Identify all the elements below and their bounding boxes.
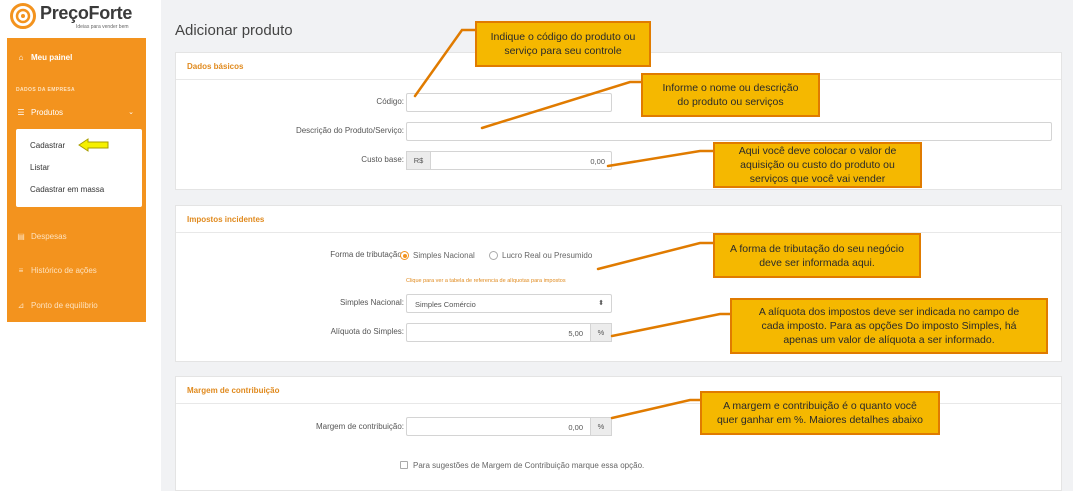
callout-description: Informe o nome ou descrição do produto o…	[641, 73, 820, 117]
chevron-down-icon: ⌄	[128, 109, 134, 116]
margin-label: Margem de contribuição:	[315, 422, 404, 431]
products-submenu: Cadastrar Listar Cadastrar em massa	[16, 129, 142, 207]
sidebar-item-products[interactable]: ☰ Produtos ⌄	[7, 101, 146, 123]
brand-logo[interactable]: PreçoForte Ideias para vender bem	[8, 0, 148, 34]
list-icon: ☰	[17, 107, 25, 117]
margin-value: 0,00	[568, 423, 583, 432]
sidebar-item-label: Produtos	[31, 107, 64, 117]
sidebar-item-label: Histórico de ações	[31, 265, 97, 275]
submenu-item-cadastrar[interactable]: Cadastrar	[30, 141, 65, 150]
sidebar-item-despesas[interactable]: ▤ Despesas	[7, 225, 146, 247]
radio-simples-nacional[interactable]	[400, 251, 409, 260]
brand-tagline: Ideias para vender bem	[76, 24, 129, 30]
sidebar-section-label: DADOS DA EMPRESA	[16, 87, 75, 93]
brand-name: PreçoForte	[40, 3, 133, 23]
panel-basic-data: Dados básicos Código: Descrição do Produ…	[175, 52, 1062, 190]
sidebar-item-dashboard[interactable]: ⌂ Meu painel	[7, 46, 146, 68]
percent-suffix: %	[590, 417, 612, 436]
panel-heading: Impostos incidentes	[176, 206, 1061, 233]
callout-tax-rate: A alíquota dos impostos deve ser indicad…	[730, 298, 1048, 354]
simples-selected-value: Simples Comércio	[415, 300, 476, 309]
logo-target-icon	[10, 3, 36, 29]
simples-label: Simples Nacional:	[339, 298, 404, 307]
tax-regime-label: Forma de tributação:	[330, 250, 404, 259]
tax-table-link[interactable]: Clique para ver a tabela de referencia d…	[406, 278, 566, 284]
history-icon: ≡	[18, 265, 24, 275]
radio-lucro-real-label[interactable]: Lucro Real ou Presumido	[502, 251, 592, 260]
margin-input[interactable]: 0,00 %	[406, 417, 612, 436]
cost-input[interactable]: R$ 0,00	[406, 151, 612, 170]
simples-select[interactable]: Simples Comércio ⬍	[406, 294, 612, 313]
radio-lucro-real[interactable]	[489, 251, 498, 260]
rate-label: Alíquota do Simples:	[330, 327, 404, 336]
sidebar-item-historico[interactable]: ≡ Histórico de ações	[7, 259, 146, 281]
callout-cost: Aqui você deve colocar o valor de aquisi…	[713, 142, 922, 188]
code-input[interactable]	[406, 93, 612, 112]
rate-value: 5,00	[568, 329, 583, 338]
sidebar: ⌂ Meu painel DADOS DA EMPRESA ☰ Produtos…	[7, 38, 146, 322]
code-label: Código:	[376, 97, 404, 106]
home-icon: ⌂	[18, 52, 24, 62]
sidebar-item-label: Ponto de equilíbrio	[31, 300, 98, 310]
sidebar-item-ponto-equilibrio[interactable]: ⊿ Ponto de equilíbrio	[7, 294, 146, 316]
callout-tax-regime: A forma de tributação do seu negócio dev…	[713, 233, 921, 278]
margin-suggestion-checkbox[interactable]	[400, 461, 408, 469]
cost-label: Custo base:	[361, 155, 404, 164]
currency-prefix: R$	[406, 151, 431, 170]
cost-value: 0,00	[590, 157, 605, 166]
app-root: PreçoForte Ideias para vender bem ⌂ Meu …	[0, 0, 1073, 491]
radio-simples-nacional-label[interactable]: Simples Nacional	[413, 251, 475, 260]
callout-code: Indique o código do produto ou serviço p…	[475, 21, 651, 67]
sidebar-item-label: Despesas	[31, 231, 67, 241]
margin-suggestion-label[interactable]: Para sugestões de Margem de Contribuição…	[413, 461, 644, 470]
submenu-item-cadastrar-em-massa[interactable]: Cadastrar em massa	[30, 185, 104, 194]
callout-margin: A margem e contribuição é o quanto você …	[700, 391, 940, 435]
percent-suffix: %	[590, 323, 612, 342]
file-icon: ▤	[17, 231, 25, 241]
description-input[interactable]	[406, 122, 1052, 141]
rate-input[interactable]: 5,00 %	[406, 323, 612, 342]
sidebar-item-label: Meu painel	[31, 52, 73, 62]
description-label: Descrição do Produto/Serviço:	[295, 126, 404, 135]
page-title: Adicionar produto	[175, 22, 293, 39]
select-arrows-icon: ⬍	[598, 300, 604, 307]
arrow-left-icon	[78, 138, 109, 152]
chart-icon: ⊿	[17, 300, 25, 310]
submenu-item-listar[interactable]: Listar	[30, 163, 50, 172]
